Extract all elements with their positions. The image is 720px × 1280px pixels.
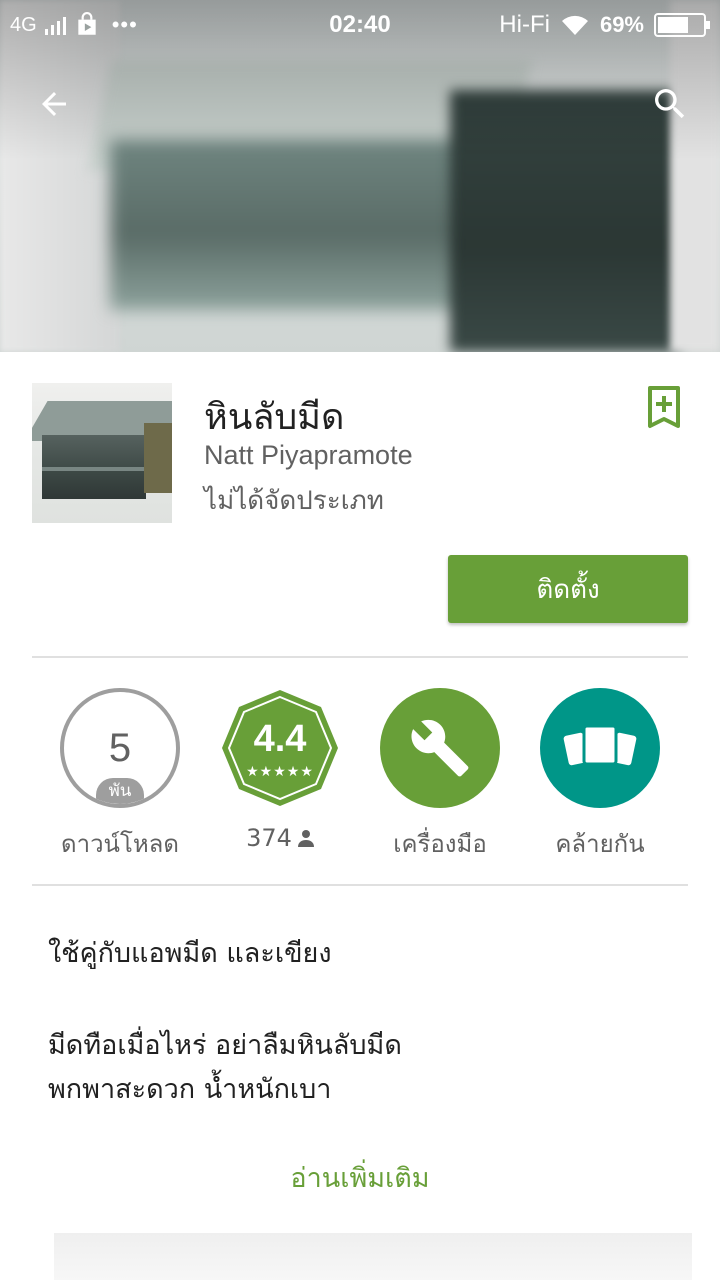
install-button[interactable]: ติดตั้ง (448, 555, 688, 623)
rating-badge: 4.4 ★★★★★ (220, 688, 340, 808)
arrow-back-icon (42, 92, 66, 116)
category-label: เครื่องมือ (393, 830, 487, 858)
downloads-label: ดาวน์โหลด (61, 830, 179, 858)
rating-count: 374 (246, 824, 292, 852)
read-more-link[interactable]: อ่านเพิ่มเติม (0, 1156, 720, 1199)
downloads-unit: พัน (96, 778, 144, 804)
person-icon (297, 830, 314, 847)
app-category: ไม่ได้จัดประเภท (204, 486, 384, 516)
feature-graphic (0, 0, 720, 352)
downloads-badge: 5 พัน (60, 688, 180, 808)
similar-label: คล้ายกัน (555, 830, 645, 858)
screenshot-preview[interactable] (54, 1233, 692, 1280)
app-title: หินลับมีด (204, 397, 345, 438)
wishlist-button[interactable] (642, 384, 686, 432)
battery-icon (654, 13, 710, 37)
divider (32, 656, 688, 658)
category-stat[interactable]: เครื่องมือ (360, 688, 520, 858)
rating-stars-icon: ★★★★★ (246, 764, 314, 780)
divider (32, 884, 688, 886)
similar-cards-icon (563, 724, 637, 766)
similar-stat[interactable]: คล้ายกัน (520, 688, 680, 858)
rating-value: 4.4 (253, 718, 307, 760)
back-button[interactable] (26, 76, 82, 132)
downloads-stat: 5 พัน ดาวน์โหลด (40, 688, 200, 858)
rating-stat[interactable]: 4.4 ★★★★★ 374 (200, 688, 360, 858)
downloads-count: 5 (108, 726, 132, 770)
search-button[interactable] (642, 76, 698, 132)
description-line: พกพาสะดวก น้ำหนักเบา (48, 1074, 332, 1105)
status-bar: 4G ••• 02:40 Hi-Fi 69% (0, 0, 720, 50)
bookmark-add-icon (648, 386, 680, 428)
similar-badge (540, 688, 660, 808)
description-line: มีดทือเมื่อไหร่ อย่าลืมหินลับมีด (48, 1030, 402, 1061)
developer-link[interactable]: Natt Piyapramote (204, 440, 413, 471)
wrench-icon (411, 719, 469, 777)
battery-percent: 69% (599, 12, 644, 37)
wifi-icon (561, 15, 588, 35)
rating-count-label: 374 (200, 824, 360, 852)
category-badge (380, 688, 500, 808)
description-line: ใช้คู่กับแอพมีด และเขียง (48, 938, 332, 969)
app-icon (32, 383, 172, 523)
hifi-indicator: Hi-Fi (499, 11, 550, 38)
search-icon (655, 89, 685, 119)
